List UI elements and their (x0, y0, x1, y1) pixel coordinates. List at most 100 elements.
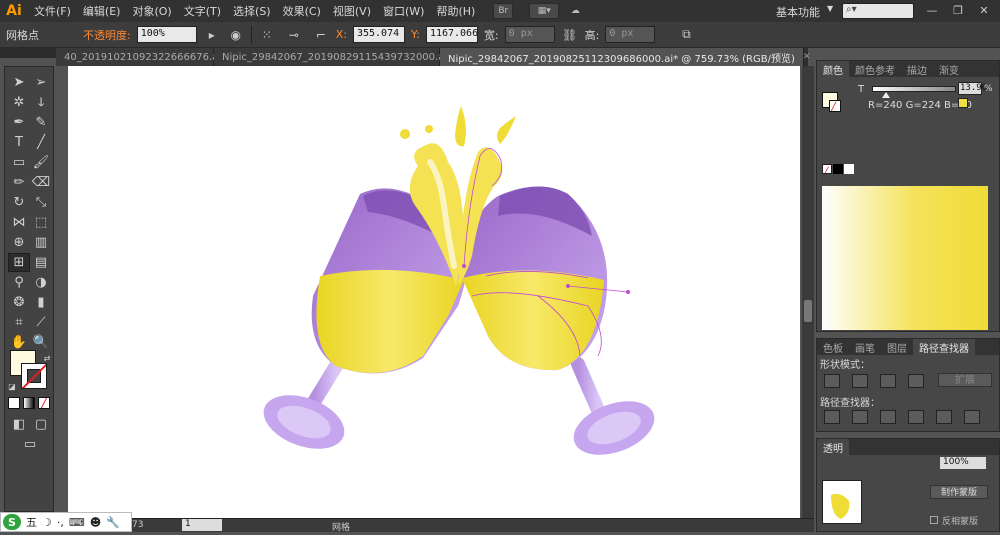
black-swatch[interactable] (833, 164, 843, 174)
tab-color[interactable]: 颜色 (817, 61, 849, 77)
screen-mode-icon[interactable]: ▢ (30, 415, 52, 434)
outline-icon[interactable] (936, 410, 952, 424)
scale-tool-icon[interactable]: ⤡ (30, 193, 52, 212)
direct-selection-tool-icon[interactable]: ➢ (30, 73, 52, 92)
menu-window[interactable]: 窗口(W) (377, 3, 430, 19)
splash-drops[interactable] (400, 106, 516, 147)
paintbrush-tool-icon[interactable]: 🖌 (30, 153, 52, 172)
width-field[interactable]: 0 px (504, 26, 555, 43)
tab-transparency[interactable]: 透明 (817, 439, 849, 455)
tab-swatches[interactable]: 色板 (817, 339, 849, 355)
anchor-corner-icon[interactable]: ⌐ (312, 26, 330, 44)
free-transform-tool-icon[interactable]: ⬚ (30, 213, 52, 232)
transform-icon[interactable]: ⧉ (677, 26, 695, 44)
color-mode-icon[interactable] (8, 397, 20, 409)
curvature-tool-icon[interactable]: ✎ (30, 113, 52, 132)
tint-field[interactable]: 13.96 (958, 82, 987, 95)
pen-tool-icon[interactable]: ✒ (8, 113, 30, 132)
x-field[interactable]: 355.074 p (352, 26, 405, 43)
opacity-field[interactable]: 100% (136, 26, 197, 43)
crop-icon[interactable] (908, 410, 924, 424)
anchor-convert-icon[interactable]: ⊸ (282, 26, 306, 44)
height-field[interactable]: 0 px (605, 26, 656, 43)
scrollbar-thumb[interactable] (804, 300, 812, 322)
eyedropper-tool-icon[interactable]: ⚲ (8, 273, 30, 292)
menu-help[interactable]: 帮助(H) (430, 3, 481, 19)
menu-view[interactable]: 视图(V) (327, 3, 377, 19)
opacity-label[interactable]: 不透明度: (83, 27, 131, 43)
divide-icon[interactable] (824, 410, 840, 424)
artboard-canvas[interactable] (68, 66, 800, 532)
tab-brushes[interactable]: 画笔 (849, 339, 881, 355)
mesh-tool-icon[interactable]: ⊞ (8, 253, 30, 272)
gradient-mode-icon[interactable] (23, 397, 35, 409)
y-field[interactable]: 1167.066 (425, 26, 478, 43)
color-spectrum[interactable] (822, 186, 988, 330)
color-panel-stroke-swatch[interactable]: ╱ (829, 100, 841, 112)
unite-icon[interactable] (824, 374, 840, 388)
tab-document-1[interactable]: 40_20191021092322666676.ai* ✕ (56, 48, 242, 66)
search-input[interactable]: ⌕▾ (842, 3, 914, 19)
trim-icon[interactable] (852, 410, 868, 424)
none-swatch[interactable]: ╱ (822, 164, 832, 174)
menu-object[interactable]: 对象(O) (126, 3, 177, 19)
workspace-switcher[interactable]: 基本功能 (776, 4, 820, 20)
close-button[interactable]: ✕ (976, 3, 992, 19)
wrench-icon[interactable]: 🔧 (106, 516, 120, 529)
tab-document-2[interactable]: Nipic_29842067_20190829115439732000.ai* … (214, 48, 468, 66)
perspective-grid-tool-icon[interactable]: ▥ (30, 233, 52, 252)
toolbox-grip[interactable] (0, 48, 56, 58)
eraser-tool-icon[interactable]: ⌫ (30, 173, 52, 192)
right-wine-glass[interactable] (460, 186, 662, 464)
zoom-level[interactable]: 73 (132, 520, 143, 530)
user-icon[interactable]: ☻ (90, 516, 101, 529)
vertical-scrollbar[interactable] (802, 66, 814, 532)
rectangle-tool-icon[interactable]: ▭ (8, 153, 30, 172)
menu-select[interactable]: 选择(S) (227, 3, 277, 19)
change-screen-mode-icon[interactable]: ▭ (19, 435, 41, 454)
status-mode[interactable]: 网格 (332, 520, 350, 533)
magic-wand-tool-icon[interactable]: ✲ (8, 93, 30, 112)
keyboard-icon[interactable]: ⌨ (69, 516, 85, 529)
tab-gradient[interactable]: 渐变 (933, 61, 965, 77)
pencil-tool-icon[interactable]: ✏ (8, 173, 30, 192)
menu-effect[interactable]: 效果(C) (277, 3, 327, 19)
maximize-button[interactable]: ❐ (950, 3, 966, 19)
menu-type[interactable]: 文字(T) (178, 3, 227, 19)
minus-back-icon[interactable] (964, 410, 980, 424)
artboard-number[interactable]: 1 (182, 519, 222, 531)
minus-front-icon[interactable] (852, 374, 868, 388)
column-graph-tool-icon[interactable]: ▮ (30, 293, 52, 312)
exclude-icon[interactable] (908, 374, 924, 388)
default-colors-icon[interactable]: ◪ (5, 377, 19, 396)
close-icon[interactable]: ✕ (803, 52, 811, 62)
base-color-swatch[interactable] (958, 98, 968, 108)
tab-color-guide[interactable]: 颜色参考 (849, 61, 901, 77)
white-swatch[interactable] (844, 164, 854, 174)
selection-tool-icon[interactable]: ➤ (8, 73, 30, 92)
swap-colors-icon[interactable]: ⇄ (41, 349, 53, 368)
tab-stroke[interactable]: 描边 (901, 61, 933, 77)
transparency-opacity-field[interactable]: 100% (940, 457, 986, 469)
ime-mode-label[interactable]: 五 (26, 514, 37, 530)
moon-icon[interactable]: ☽ (42, 516, 52, 529)
chevron-down-icon[interactable]: ▼ (827, 4, 833, 13)
arrange-documents-icon[interactable]: ▦▾ (529, 3, 560, 19)
tab-document-3[interactable]: Nipic_29842067_20190825112309686000.ai* … (440, 48, 810, 66)
minimize-button[interactable]: — (924, 3, 940, 19)
menu-file[interactable]: 文件(F) (28, 3, 77, 19)
ime-toolbar[interactable]: S 五 ☽ ·, ⌨ ☻ 🔧 (0, 512, 132, 532)
slice-tool-icon[interactable]: ⟋ (30, 313, 52, 332)
blend-tool-icon[interactable]: ◑ (30, 273, 52, 292)
tab-pathfinder[interactable]: 路径查找器 (913, 339, 975, 355)
artboard-tool-icon[interactable]: ⌗ (8, 313, 30, 332)
merge-icon[interactable] (880, 410, 896, 424)
width-tool-icon[interactable]: ⋈ (8, 213, 30, 232)
bridge-button[interactable]: Br (493, 3, 514, 19)
transparency-thumbnail[interactable] (822, 480, 862, 524)
lasso-tool-icon[interactable]: ↆ (30, 93, 52, 112)
reference-point-icon[interactable]: ⁙ (258, 26, 276, 44)
intersect-icon[interactable] (880, 374, 896, 388)
menu-edit[interactable]: 编辑(E) (77, 3, 127, 19)
tint-slider-knob[interactable] (882, 92, 890, 98)
